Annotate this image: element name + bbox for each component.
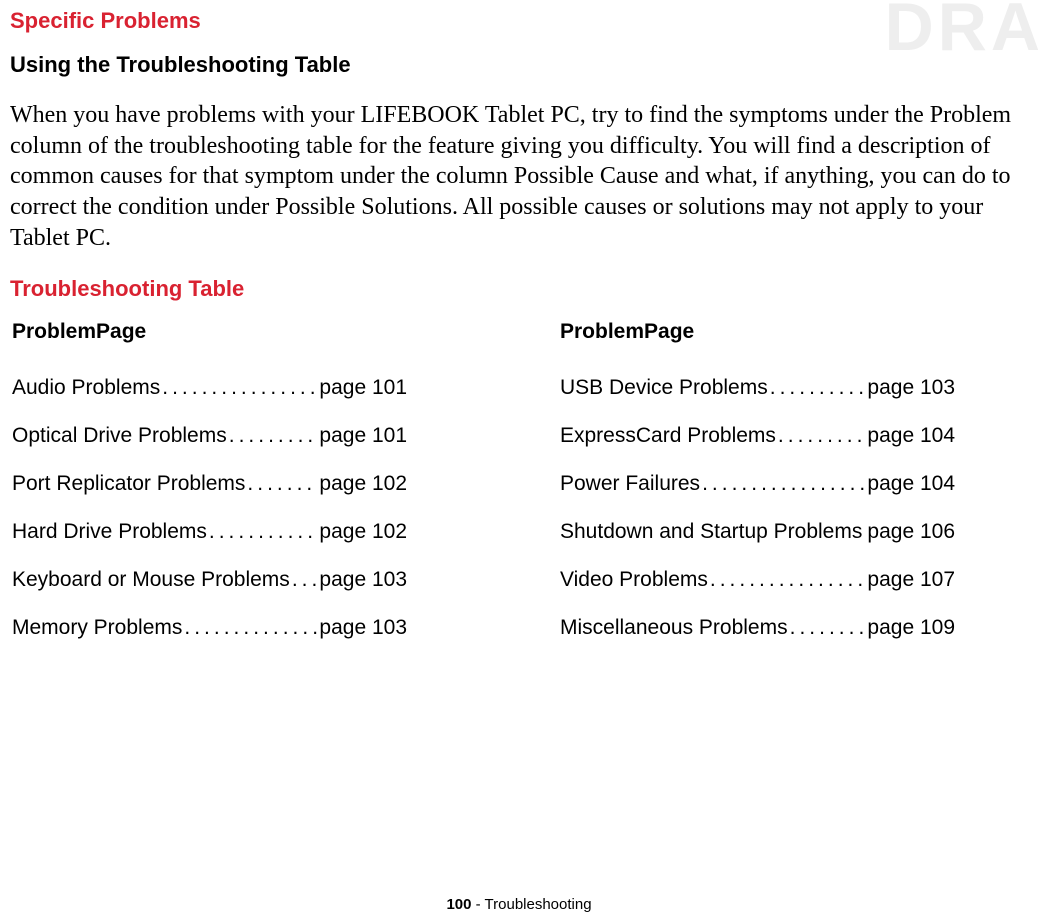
toc-label: Keyboard or Mouse Problems: [12, 568, 290, 592]
toc-dots: [788, 616, 866, 640]
toc-entry: Power Failures page 104: [560, 472, 955, 496]
intro-paragraph: When you have problems with your LIFEBOO…: [10, 100, 1028, 254]
toc-columns: ProblemPage Audio Problems page 101 Opti…: [10, 320, 1028, 664]
toc-page: page 102: [317, 520, 407, 544]
toc-dots: [700, 472, 865, 496]
toc-dots: [160, 376, 317, 400]
page-footer: 100 - Troubleshooting: [0, 896, 1038, 913]
toc-entry: Keyboard or Mouse Problems page 103: [12, 568, 407, 592]
toc-entry: Port Replicator Problems page 102: [12, 472, 407, 496]
toc-label: Power Failures: [560, 472, 700, 496]
toc-page: page 107: [865, 568, 955, 592]
toc-page: page 103: [865, 376, 955, 400]
toc-dots: [182, 616, 317, 640]
toc-page: page 101: [317, 376, 407, 400]
toc-page: page 106: [865, 520, 955, 544]
toc-page: page 109: [865, 616, 955, 640]
toc-entry: Audio Problems page 101: [12, 376, 407, 400]
footer-page-number: 100: [446, 896, 471, 913]
toc-entry: Miscellaneous Problems page 109: [560, 616, 955, 640]
toc-dots: [245, 472, 317, 496]
toc-dots: [768, 376, 866, 400]
toc-dots: [227, 424, 318, 448]
toc-dots: [708, 568, 866, 592]
toc-entry: Shutdown and Startup Problems page 106: [560, 520, 955, 544]
toc-entry: Video Problems page 107: [560, 568, 955, 592]
toc-entry: ExpressCard Problems page 104: [560, 424, 955, 448]
toc-page: page 103: [317, 568, 407, 592]
toc-label: ExpressCard Problems: [560, 424, 776, 448]
toc-label: Optical Drive Problems: [12, 424, 227, 448]
toc-label: Shutdown and Startup Problems: [560, 520, 862, 544]
footer-section: Troubleshooting: [485, 896, 592, 913]
toc-entry: Hard Drive Problems page 102: [12, 520, 407, 544]
toc-label: Memory Problems: [12, 616, 182, 640]
footer-sep: -: [471, 896, 484, 913]
toc-dots: [776, 424, 866, 448]
toc-column-left: ProblemPage Audio Problems page 101 Opti…: [10, 320, 560, 664]
toc-entry: Memory Problems page 103: [12, 616, 407, 640]
toc-column-right: ProblemPage USB Device Problems page 103…: [560, 320, 1028, 664]
toc-dots: [207, 520, 318, 544]
section-heading-specific-problems: Specific Problems: [10, 8, 1028, 34]
toc-entry: USB Device Problems page 103: [560, 376, 955, 400]
toc-page: page 103: [317, 616, 407, 640]
toc-label: USB Device Problems: [560, 376, 768, 400]
toc-page: page 104: [865, 424, 955, 448]
toc-label: Port Replicator Problems: [12, 472, 245, 496]
toc-dots: [290, 568, 318, 592]
toc-label: Miscellaneous Problems: [560, 616, 788, 640]
toc-label: Hard Drive Problems: [12, 520, 207, 544]
column-header-right: ProblemPage: [560, 320, 1028, 344]
column-header-left: ProblemPage: [12, 320, 560, 344]
toc-entry: Optical Drive Problems page 101: [12, 424, 407, 448]
toc-page: page 104: [865, 472, 955, 496]
toc-page: page 101: [317, 424, 407, 448]
toc-page: page 102: [317, 472, 407, 496]
toc-label: Video Problems: [560, 568, 708, 592]
toc-label: Audio Problems: [12, 376, 160, 400]
sub-heading-using-table: Using the Troubleshooting Table: [10, 52, 1028, 78]
table-heading-troubleshooting: Troubleshooting Table: [10, 276, 1028, 302]
